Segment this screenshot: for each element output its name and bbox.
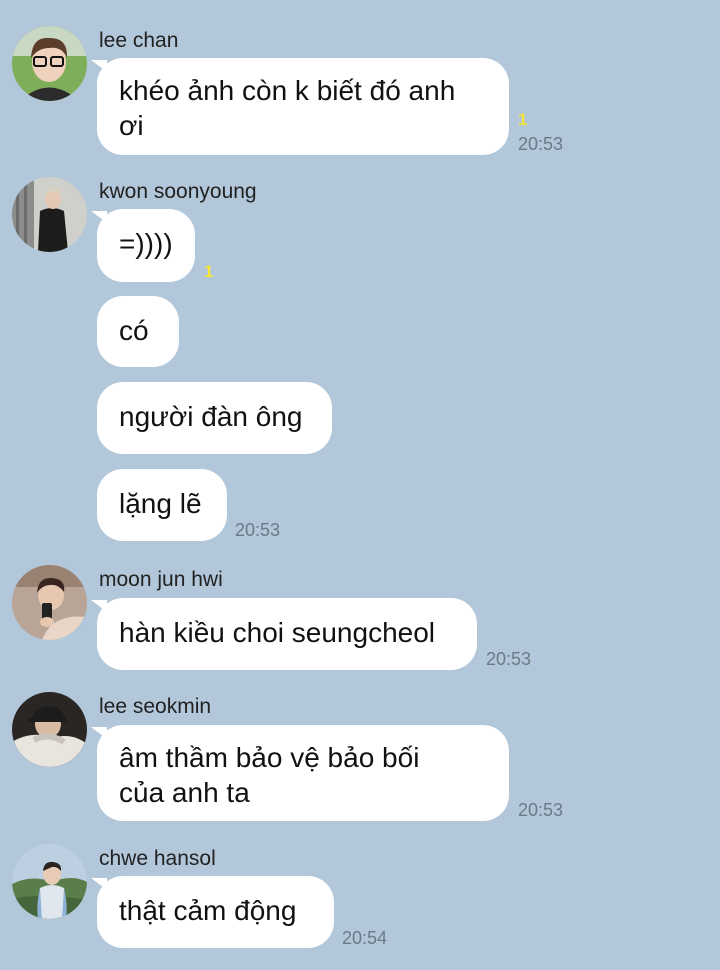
message-bubble[interactable]: khéo ảnh còn k biết đó anh ơi <box>97 58 509 155</box>
sender-name: chwe hansol <box>99 847 216 870</box>
unread-count: 1 <box>518 110 528 129</box>
message-timestamp: 20:53 <box>518 800 564 820</box>
avatar-kwon-soonyoung[interactable] <box>12 177 87 252</box>
unread-count: 1 <box>204 262 214 281</box>
avatar-lee-seokmin[interactable] <box>12 692 87 767</box>
message-bubble[interactable]: hàn kiều choi seungcheol <box>97 598 477 670</box>
sender-name: kwon soonyoung <box>99 180 257 203</box>
message-bubble[interactable]: thật cảm động <box>97 876 334 948</box>
message-bubble[interactable]: lặng lẽ <box>97 469 227 541</box>
avatar-lee-chan[interactable] <box>12 26 87 101</box>
sender-name: moon jun hwi <box>99 568 223 591</box>
message-bubble[interactable]: âm thầm bảo vệ bảo bối của anh ta <box>97 725 509 821</box>
sender-name: lee seokmin <box>99 695 212 718</box>
message-timestamp: 20:53 <box>486 649 532 669</box>
message-bubble[interactable]: có <box>97 296 179 367</box>
sender-name: lee chan <box>99 29 179 52</box>
message-timestamp: 20:53 <box>235 520 281 540</box>
message-timestamp: 20:54 <box>342 928 388 948</box>
avatar-moon-jun-hwi[interactable] <box>12 565 87 640</box>
avatar-chwe-hansol[interactable] <box>12 844 87 919</box>
message-bubble[interactable]: =)))) <box>97 209 195 282</box>
message-timestamp: 20:53 <box>518 134 564 154</box>
message-bubble[interactable]: người đàn ông <box>97 382 332 454</box>
